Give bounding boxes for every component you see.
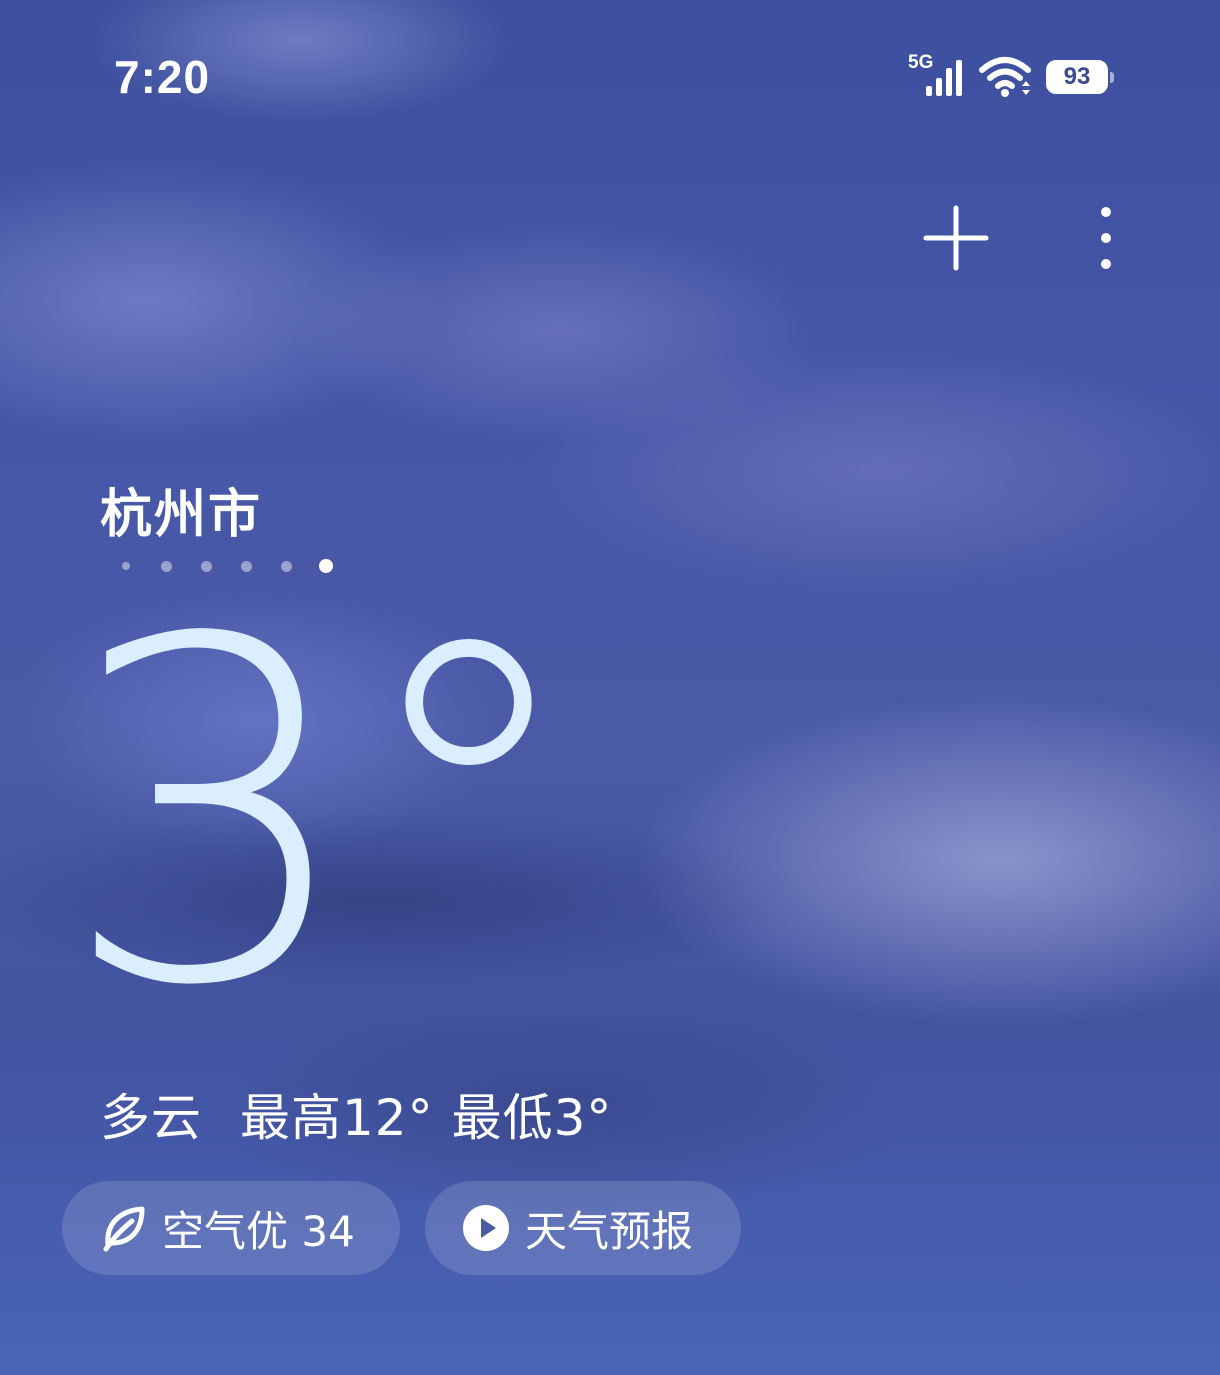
wifi-icon	[979, 57, 1031, 97]
weather-summary: 多云 最高12° 最低3°	[100, 1078, 612, 1150]
air-quality-label: 空气优 34	[162, 1206, 355, 1256]
weather-forecast-button[interactable]: 天气预报	[425, 1181, 741, 1275]
current-temperature: 3°	[60, 541, 586, 1088]
temperature-range: 最高12° 最低3°	[240, 1078, 612, 1150]
add-city-button[interactable]	[922, 204, 990, 272]
more-options-button[interactable]	[1082, 200, 1130, 276]
status-icons: 5G 93	[908, 52, 1114, 98]
plus-icon	[923, 205, 989, 271]
air-quality-button[interactable]: 空气优 34	[62, 1181, 400, 1275]
high-temperature: 最高12°	[240, 1089, 434, 1147]
battery-indicator: 93	[1046, 60, 1114, 94]
low-temperature: 最低3°	[451, 1089, 613, 1147]
signal-bars-icon	[926, 60, 962, 96]
weather-condition: 多云	[100, 1089, 202, 1147]
weather-forecast-label: 天气预报	[525, 1206, 694, 1256]
cellular-signal: 5G	[908, 52, 964, 98]
status-time: 7:20	[114, 51, 211, 103]
more-vertical-icon	[1101, 207, 1111, 269]
play-circle-icon	[463, 1205, 509, 1251]
city-name: 杭州市	[100, 485, 263, 545]
battery-level: 93	[1063, 63, 1091, 90]
leaf-icon	[103, 1206, 145, 1252]
